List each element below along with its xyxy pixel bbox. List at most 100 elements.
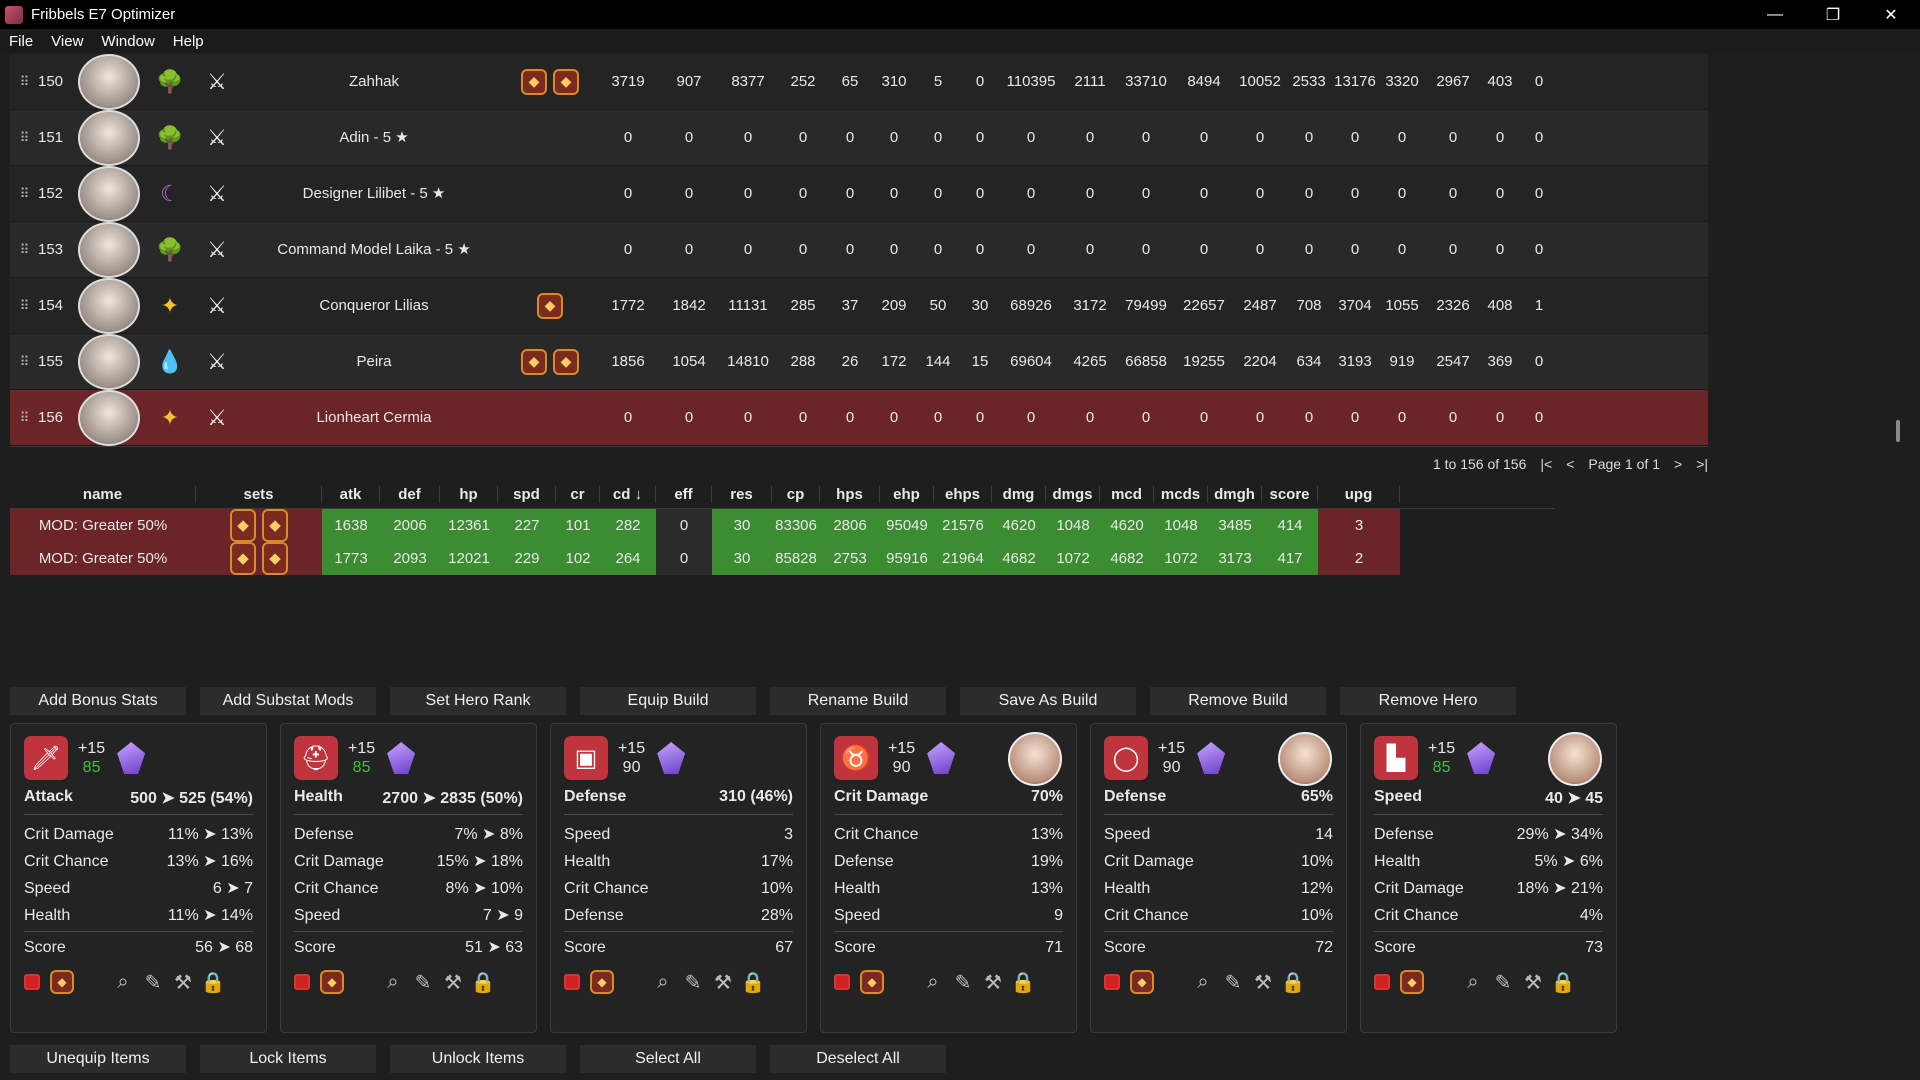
first-page-icon[interactable]: |< — [1540, 456, 1552, 472]
search-icon[interactable]: ⌕ — [378, 971, 408, 994]
build-col-cr[interactable]: cr — [556, 486, 600, 503]
select-all-button[interactable]: Select All — [580, 1045, 756, 1073]
build-col-res[interactable]: res — [712, 486, 772, 503]
build-col-atk[interactable]: atk — [322, 486, 380, 503]
drag-handle-icon[interactable]: ⠿ — [10, 354, 38, 370]
close-button[interactable]: ✕ — [1862, 0, 1920, 29]
search-icon[interactable]: ⌕ — [1458, 971, 1488, 994]
menu-file[interactable]: File — [0, 33, 42, 50]
item-card-necklace[interactable]: ♉ +15 90 Crit Damage 70% Crit Chance 13% Defens… — [820, 723, 1077, 1033]
hero-row[interactable]: ⠿ 152 ☾ ⚔ Designer Lilibet - 5 ★ 0 0 0 0 0 0 0 0 0 0 0 0… — [10, 165, 1708, 222]
maximize-button[interactable]: ❐ — [1804, 0, 1862, 29]
hero-row[interactable]: ⠿ 151 🌳 ⚔ Adin - 5 ★ 0 0 0 0 0 0 0 0 0 0 0 0 0 0 0 0 0 0 0 — [10, 109, 1708, 166]
hero-row[interactable]: ⠿ 150 🌳 ⚔ Zahhak ◆ ◆ 3719 907 8377 252 65 310 5 0 11039… — [10, 53, 1708, 110]
edit-icon[interactable]: ✎ — [408, 970, 438, 995]
add-bonus-stats-button[interactable]: Add Bonus Stats — [10, 687, 186, 715]
build-col-dmgs[interactable]: dmgs — [1046, 486, 1100, 503]
build-col-def[interactable]: def — [380, 486, 440, 503]
reforge-icon[interactable]: ⚒ — [168, 970, 198, 995]
build-col-ehps[interactable]: ehps — [934, 486, 992, 503]
menu-window[interactable]: Window — [92, 33, 163, 50]
search-icon[interactable]: ⌕ — [648, 971, 678, 994]
lock-icon[interactable]: 🔒 — [198, 970, 228, 995]
remove-hero-button[interactable]: Remove Hero — [1340, 687, 1516, 715]
build-col-sets[interactable]: sets — [196, 486, 322, 503]
build-col-name[interactable]: name — [10, 486, 196, 503]
drag-handle-icon[interactable]: ⠿ — [10, 186, 38, 202]
lock-items-button[interactable]: Lock Items — [200, 1045, 376, 1073]
deselect-all-button[interactable]: Deselect All — [770, 1045, 946, 1073]
item-card-helmet[interactable]: ⛑ +15 85 Health 2700 ➤ 2835 (50%) Defense 7% ➤… — [280, 723, 537, 1033]
hero-row[interactable]: ⠿ 156 ✦ ⚔ Lionheart Cermia 0 0 0 0 0 0 0 0 0 0 0 0 0 0 0 0 0 0… — [10, 389, 1708, 446]
hero-row[interactable]: ⠿ 154 ✦ ⚔ Conqueror Lilias ◆ 1772 1842 11131 285 3… — [10, 277, 1708, 334]
build-col-hp[interactable]: hp — [440, 486, 498, 503]
hero-row[interactable]: ⠿ 155 💧 ⚔ Peira ◆ ◆ 1856 1054 14810 288 26 172 144 15 6… — [10, 333, 1708, 390]
unlock-items-button[interactable]: Unlock Items — [390, 1045, 566, 1073]
lock-icon[interactable]: 🔒 — [738, 970, 768, 995]
search-icon[interactable]: ⌕ — [1188, 971, 1218, 994]
drag-handle-icon[interactable]: ⠿ — [10, 298, 38, 314]
equip-build-button[interactable]: Equip Build — [580, 687, 756, 715]
item-card-boots[interactable]: ▙ +15 85 Speed 40 ➤ 45 Defense 29% ➤ 34% Health… — [1360, 723, 1617, 1033]
last-page-icon[interactable]: >| — [1696, 456, 1708, 472]
edit-icon[interactable]: ✎ — [1488, 970, 1518, 995]
build-col-cd[interactable]: cd ↓ — [600, 486, 656, 503]
item-select-checkbox[interactable] — [834, 974, 850, 990]
build-col-mcds[interactable]: mcds — [1154, 486, 1208, 503]
next-page-icon[interactable]: > — [1674, 456, 1682, 472]
build-col-score[interactable]: score — [1262, 486, 1318, 503]
reforge-icon[interactable]: ⚒ — [978, 970, 1008, 995]
menu-view[interactable]: View — [42, 33, 92, 50]
search-icon[interactable]: ⌕ — [918, 971, 948, 994]
scrollbar-thumb[interactable] — [1896, 420, 1900, 442]
item-card-ring[interactable]: ◯ +15 90 Defense 65% Speed 14 Crit Damage 10% Hea… — [1090, 723, 1347, 1033]
prev-page-icon[interactable]: < — [1566, 456, 1574, 472]
edit-icon[interactable]: ✎ — [948, 970, 978, 995]
reforge-icon[interactable]: ⚒ — [1518, 970, 1548, 995]
build-col-dmgh[interactable]: dmgh — [1208, 486, 1262, 503]
item-select-checkbox[interactable] — [564, 974, 580, 990]
search-icon[interactable]: ⌕ — [108, 971, 138, 994]
edit-icon[interactable]: ✎ — [1218, 970, 1248, 995]
build-row[interactable]: MOD: Greater 50% ◆ ◆ 1638 2006 12361 227 101 282… — [10, 509, 1555, 542]
minimize-button[interactable]: — — [1746, 0, 1804, 29]
build-col-hps[interactable]: hps — [820, 486, 880, 503]
build-col-upg[interactable]: upg — [1318, 486, 1400, 503]
item-select-checkbox[interactable] — [1104, 974, 1120, 990]
lock-icon[interactable]: 🔒 — [1548, 970, 1578, 995]
build-row[interactable]: MOD: Greater 50% ◆ ◆ 1773 2093 12021 229 102 264… — [10, 542, 1555, 575]
build-col-mcd[interactable]: mcd — [1100, 486, 1154, 503]
lock-icon[interactable]: 🔒 — [1278, 970, 1308, 995]
edit-icon[interactable]: ✎ — [138, 970, 168, 995]
remove-build-button[interactable]: Remove Build — [1150, 687, 1326, 715]
drag-handle-icon[interactable]: ⠿ — [10, 242, 38, 258]
item-level: +15 90 — [888, 739, 915, 777]
item-card-weapon[interactable]: 🗡 +15 85 Attack 500 ➤ 525 (54%) Crit Damage 11… — [10, 723, 267, 1033]
set-hero-rank-button[interactable]: Set Hero Rank — [390, 687, 566, 715]
rename-build-button[interactable]: Rename Build — [770, 687, 946, 715]
reforge-icon[interactable]: ⚒ — [438, 970, 468, 995]
reforge-icon[interactable]: ⚒ — [1248, 970, 1278, 995]
reforge-icon[interactable]: ⚒ — [708, 970, 738, 995]
lock-icon[interactable]: 🔒 — [468, 970, 498, 995]
lock-icon[interactable]: 🔒 — [1008, 970, 1038, 995]
build-col-cp[interactable]: cp — [772, 486, 820, 503]
window-title: Fribbels E7 Optimizer — [31, 6, 176, 23]
drag-handle-icon[interactable]: ⠿ — [10, 130, 38, 146]
drag-handle-icon[interactable]: ⠿ — [10, 74, 38, 90]
edit-icon[interactable]: ✎ — [678, 970, 708, 995]
build-col-eff[interactable]: eff — [656, 486, 712, 503]
hero-row[interactable]: ⠿ 153 🌳 ⚔ Command Model Laika - 5 ★ 0 0 0 0 0 0 0 0 0… — [10, 221, 1708, 278]
item-select-checkbox[interactable] — [1374, 974, 1390, 990]
item-select-checkbox[interactable] — [24, 974, 40, 990]
unequip-items-button[interactable]: Unequip Items — [10, 1045, 186, 1073]
drag-handle-icon[interactable]: ⠿ — [10, 410, 38, 426]
save-as-build-button[interactable]: Save As Build — [960, 687, 1136, 715]
build-col-ehp[interactable]: ehp — [880, 486, 934, 503]
build-col-dmg[interactable]: dmg — [992, 486, 1046, 503]
add-substat-mods-button[interactable]: Add Substat Mods — [200, 687, 376, 715]
item-card-armor[interactable]: ▣ +15 90 Defense 310 (46%) Speed 3 Health 17% Cri… — [550, 723, 807, 1033]
menu-help[interactable]: Help — [164, 33, 213, 50]
item-select-checkbox[interactable] — [294, 974, 310, 990]
build-col-spd[interactable]: spd — [498, 486, 556, 503]
